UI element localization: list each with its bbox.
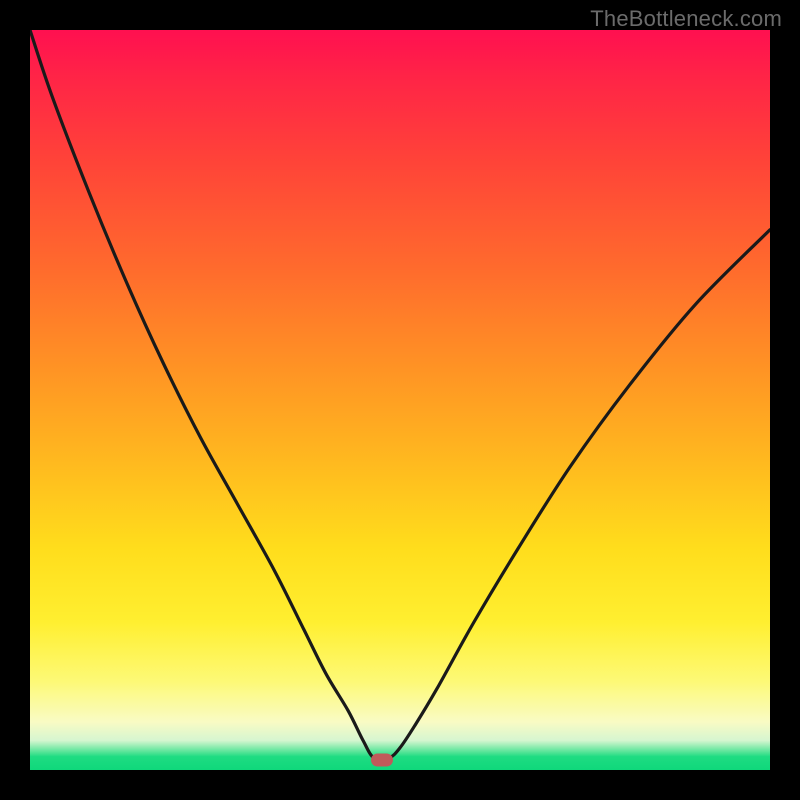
optimal-point-marker: [371, 753, 393, 766]
plot-area: [30, 30, 770, 770]
bottleneck-curve: [30, 30, 770, 770]
watermark-text: TheBottleneck.com: [590, 6, 782, 32]
